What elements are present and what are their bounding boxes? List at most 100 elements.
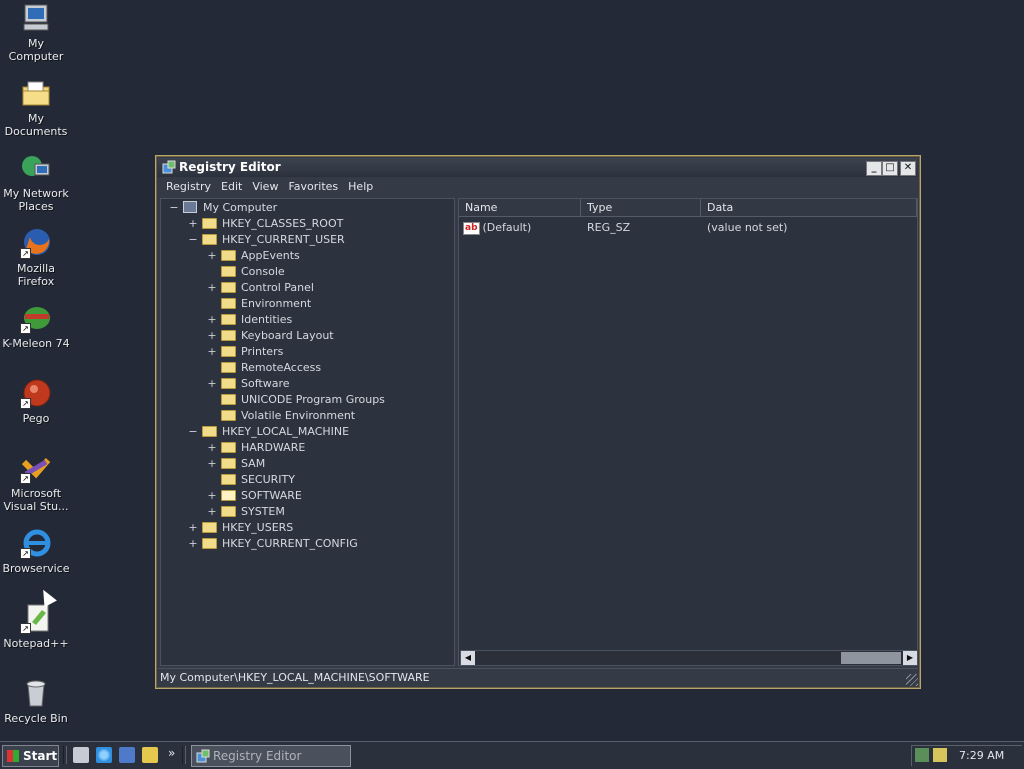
scroll-left-arrow-icon[interactable]: ◀	[461, 651, 475, 665]
network-places-icon	[20, 152, 52, 184]
tray-app-icon[interactable]	[933, 748, 947, 762]
desktop-icon-network-places[interactable]: My Network Places	[0, 152, 72, 213]
minimize-button[interactable]: _	[866, 161, 882, 176]
expand-toggle[interactable]: +	[207, 504, 217, 520]
expand-toggle[interactable]: +	[207, 440, 217, 456]
value-data-cell: (value not set)	[707, 221, 788, 234]
quick-launch-chevron[interactable]: »	[168, 746, 175, 760]
shortcut-arrow-icon: ↗	[20, 248, 31, 259]
expand-toggle[interactable]: +	[207, 328, 217, 344]
kmeleon-icon: ↗	[20, 302, 52, 334]
tree-node-sam[interactable]: + SAM	[207, 456, 265, 472]
search-folder-icon[interactable]	[142, 747, 158, 763]
registry-editor-icon	[196, 749, 210, 763]
tree-node-system[interactable]: + SYSTEM	[207, 504, 284, 520]
desktop-icon-kmeleon[interactable]: ↗ K-Meleon 74	[0, 302, 72, 350]
tree-node-hkey-current-config[interactable]: + HKEY_CURRENT_CONFIG	[188, 536, 357, 552]
folder-icon	[221, 313, 236, 325]
tree-node-printers[interactable]: + Printers	[207, 344, 283, 360]
tree-node-control-panel[interactable]: + Control Panel	[207, 280, 314, 296]
desktop-icon-browservice[interactable]: ↗ Browservice	[0, 527, 72, 575]
desktop-icon-notepadpp[interactable]: ↗ Notepad++	[0, 602, 72, 650]
internet-explorer-icon[interactable]	[96, 747, 112, 763]
column-header-name[interactable]: Name	[459, 199, 581, 217]
column-header-data[interactable]: Data	[701, 199, 917, 217]
outlook-express-icon[interactable]	[119, 747, 135, 763]
status-bar: My Computer\HKEY_LOCAL_MACHINE\SOFTWARE	[158, 668, 918, 686]
scrollbar-thumb[interactable]	[841, 652, 901, 664]
collapse-toggle[interactable]: −	[188, 424, 198, 440]
shortcut-arrow-icon: ↗	[20, 548, 31, 559]
tree-node-software-hkcu[interactable]: + Software	[207, 376, 289, 392]
collapse-toggle[interactable]: −	[169, 200, 179, 216]
tree-node-hkey-local-machine[interactable]: − HKEY_LOCAL_MACHINE	[188, 424, 349, 440]
folder-icon	[202, 217, 217, 229]
menu-favorites[interactable]: Favorites	[283, 178, 343, 196]
visual-studio-icon: ↗	[20, 452, 52, 484]
tree-node-my-computer[interactable]: − My Computer	[169, 200, 277, 216]
network-tray-icon[interactable]	[915, 748, 929, 762]
folder-icon	[221, 441, 236, 453]
computer-icon	[20, 2, 52, 34]
pego-icon: ↗	[20, 377, 52, 409]
scroll-right-arrow-icon[interactable]: ▶	[903, 651, 917, 665]
desktop-icon-my-computer[interactable]: My Computer	[0, 2, 72, 63]
title-bar[interactable]: Registry Editor _ □ ✕	[158, 158, 918, 177]
collapse-toggle[interactable]: −	[188, 232, 198, 248]
menu-registry[interactable]: Registry	[161, 178, 216, 196]
menu-edit[interactable]: Edit	[216, 178, 247, 196]
expand-toggle[interactable]: +	[207, 280, 217, 296]
horizontal-scrollbar[interactable]: ◀ ▶	[460, 650, 918, 666]
expand-toggle[interactable]: +	[188, 216, 198, 232]
tree-node-keyboard-layout[interactable]: + Keyboard Layout	[207, 328, 333, 344]
maximize-button[interactable]: □	[882, 161, 898, 176]
registry-values-pane[interactable]: Name Type Data ab (Default) REG_SZ (value…	[458, 198, 918, 666]
string-value-icon: ab	[463, 221, 480, 235]
expand-toggle[interactable]: +	[207, 376, 217, 392]
tree-node-volatile-environment[interactable]: Volatile Environment	[207, 408, 355, 424]
desktop-icon-firefox[interactable]: ↗ Mozilla Firefox	[0, 227, 72, 288]
tree-node-unicode-program-groups[interactable]: UNICODE Program Groups	[207, 392, 385, 408]
tree-node-software-hklm[interactable]: + SOFTWARE	[207, 488, 302, 504]
expand-toggle[interactable]: +	[207, 344, 217, 360]
registry-editor-window[interactable]: Registry Editor _ □ ✕ Registry Edit View Fa…	[155, 155, 921, 689]
menu-help[interactable]: Help	[343, 178, 378, 196]
tree-node-remoteaccess[interactable]: RemoteAccess	[207, 360, 321, 376]
expand-toggle[interactable]: +	[207, 248, 217, 264]
expand-toggle[interactable]: +	[188, 536, 198, 552]
close-button[interactable]: ✕	[900, 161, 916, 176]
folder-icon	[221, 505, 236, 517]
folder-icon	[221, 297, 236, 309]
folder-icon	[221, 329, 236, 341]
expand-toggle[interactable]: +	[207, 312, 217, 328]
taskbar-button-registry-editor[interactable]: Registry Editor	[191, 745, 351, 767]
start-button[interactable]: Start	[2, 745, 59, 767]
clock[interactable]: 7:29 AM	[959, 746, 1004, 766]
tree-node-hardware[interactable]: + HARDWARE	[207, 440, 305, 456]
expand-toggle[interactable]: +	[188, 520, 198, 536]
show-desktop-icon[interactable]	[73, 747, 89, 763]
tree-node-environment[interactable]: Environment	[207, 296, 311, 312]
shortcut-arrow-icon: ↗	[20, 323, 31, 334]
tree-node-hkey-current-user[interactable]: − HKEY_CURRENT_USER	[188, 232, 344, 248]
expand-toggle[interactable]: +	[207, 488, 217, 504]
menu-view[interactable]: View	[247, 178, 283, 196]
desktop-icon-pego[interactable]: ↗ Pego	[0, 377, 72, 425]
registry-tree-pane[interactable]: − My Computer + HKEY_CLASSES_ROOT − HKEY_CU…	[160, 198, 455, 666]
registry-editor-icon	[162, 160, 176, 174]
tree-node-hkey-classes-root[interactable]: + HKEY_CLASSES_ROOT	[188, 216, 343, 232]
resize-grip-icon[interactable]	[906, 674, 918, 686]
tree-node-hkey-users[interactable]: + HKEY_USERS	[188, 520, 293, 536]
tree-node-console[interactable]: Console	[207, 264, 285, 280]
folder-icon	[221, 377, 236, 389]
notepadpp-icon: ↗	[20, 602, 52, 634]
tree-node-appevents[interactable]: + AppEvents	[207, 248, 299, 264]
computer-icon	[183, 201, 197, 213]
desktop-icon-visual-studio[interactable]: ↗ Microsoft Visual Stu...	[0, 452, 72, 513]
tree-node-identities[interactable]: + Identities	[207, 312, 292, 328]
desktop-icon-my-documents[interactable]: My Documents	[0, 77, 72, 138]
column-header-type[interactable]: Type	[581, 199, 701, 217]
tree-node-security[interactable]: SECURITY	[207, 472, 295, 488]
expand-toggle[interactable]: +	[207, 456, 217, 472]
desktop-icon-recycle-bin[interactable]: Recycle Bin	[0, 677, 72, 725]
